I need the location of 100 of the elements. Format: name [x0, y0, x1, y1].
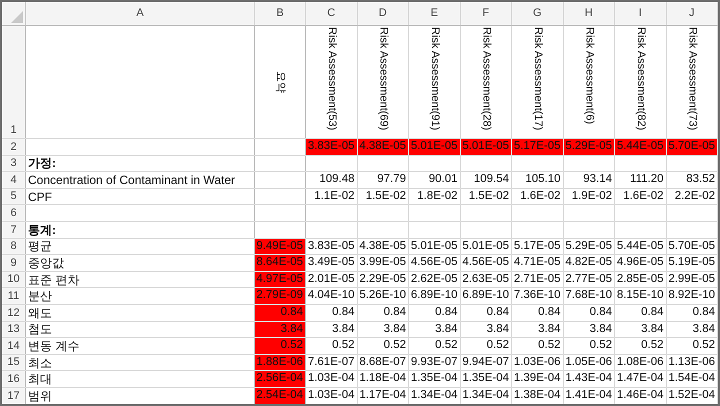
table-cell: 3.84	[564, 322, 615, 338]
table-cell: 7.68E-10	[564, 288, 615, 304]
row-header[interactable]: 16	[2, 371, 26, 387]
row-header[interactable]: 17	[2, 388, 26, 404]
column-title: Risk Assessment(53)	[326, 27, 337, 130]
table-cell: 0.52	[306, 338, 358, 354]
table-cell: 3.84	[358, 322, 409, 338]
row-header[interactable]: 10	[2, 272, 26, 288]
table-cell: 8.68E-07	[358, 354, 409, 370]
column-title: Risk Assessment(73)	[686, 27, 698, 130]
table-cell: 2.63E-05	[460, 272, 512, 288]
column-header[interactable]: D	[358, 2, 409, 25]
table-cell: 1.6E-02	[512, 188, 564, 204]
table-cell: 2.62E-05	[409, 272, 460, 288]
row-header[interactable]: 1	[2, 26, 26, 138]
table-cell: 0.84	[666, 304, 718, 321]
table-cell: 0.52	[255, 338, 306, 354]
table-cell: 5.01E-05	[409, 139, 460, 155]
row-label: 평균	[28, 240, 52, 252]
table-cell: 0.84	[306, 304, 358, 321]
table-cell: 2.85E-05	[615, 272, 666, 288]
column-header[interactable]: H	[564, 2, 615, 25]
column-header[interactable]: A	[26, 2, 255, 25]
table-cell: 0.52	[512, 338, 564, 354]
table-cell: 5.44E-05	[615, 139, 666, 155]
column-title: Risk Assessment(69)	[377, 27, 388, 130]
column-header[interactable]: J	[666, 2, 718, 25]
table-cell: 2.77E-05	[564, 272, 615, 288]
table-cell: 0.84	[358, 304, 409, 321]
table-cell: 0.52	[564, 338, 615, 354]
table-cell: 109.54	[460, 172, 512, 188]
column-header[interactable]: C	[306, 2, 358, 25]
table-cell: 97.79	[358, 172, 409, 188]
table-cell: 93.14	[564, 172, 615, 188]
table-cell: 4.96E-05	[615, 255, 666, 271]
table-cell: 6.89E-10	[409, 288, 460, 304]
table-cell: 0.52	[666, 338, 718, 354]
row-label: 첨도	[28, 323, 52, 336]
table-cell: 0.52	[615, 338, 666, 354]
row-header[interactable]: 8	[2, 238, 26, 254]
table-cell: 5.01E-05	[460, 139, 512, 155]
table-cell: 0.84	[564, 304, 615, 321]
table-cell: 5.17E-05	[512, 139, 564, 155]
table-cell: 5.29E-05	[564, 238, 615, 254]
table-cell: 4.56E-05	[409, 255, 460, 271]
table-cell: 5.70E-05	[666, 139, 718, 155]
table-cell: 9.94E-07	[460, 354, 512, 370]
column-header[interactable]: E	[409, 2, 460, 25]
table-cell: 0.84	[409, 304, 460, 321]
table-cell: 3.84	[666, 322, 718, 338]
column-header[interactable]: F	[460, 2, 512, 25]
table-cell: 5.44E-05	[615, 238, 666, 254]
row-header[interactable]: 6	[2, 205, 26, 221]
table-cell: 3.84	[460, 322, 512, 338]
table-cell: 4.82E-05	[564, 255, 615, 271]
row-header[interactable]: 3	[2, 156, 26, 172]
table-cell: 3.83E-05	[306, 139, 358, 155]
table-cell: 0.52	[358, 338, 409, 354]
table-cell: 1.03E-04	[306, 388, 358, 404]
table-cell: 1.13E-06	[666, 354, 718, 370]
column-header[interactable]: B	[255, 2, 306, 25]
table-cell: 2.71E-05	[512, 272, 564, 288]
row-label: 최소	[28, 356, 52, 369]
row-header[interactable]: 14	[2, 338, 26, 354]
column-header[interactable]: I	[615, 2, 666, 25]
row-header[interactable]: 12	[2, 304, 26, 321]
table-cell: 2.2E-02	[666, 188, 718, 204]
row-header[interactable]: 5	[2, 188, 26, 204]
row-header[interactable]: 7	[2, 222, 26, 238]
table-cell: 0.52	[460, 338, 512, 354]
table-cell: 1.9E-02	[564, 188, 615, 204]
corner-triangle-icon	[11, 11, 23, 23]
column-title: Risk Assessment(17)	[532, 27, 543, 130]
table-cell: 1.38E-04	[512, 388, 564, 404]
table-cell: 1.1E-02	[306, 188, 358, 204]
row-header[interactable]: 2	[2, 139, 26, 155]
table-cell: 3.84	[615, 322, 666, 338]
table-cell: 1.6E-02	[615, 188, 666, 204]
column-title: Risk Assessment(91)	[428, 27, 440, 130]
table-cell: 1.5E-02	[358, 188, 409, 204]
table-cell: 5.01E-05	[409, 238, 460, 254]
table-cell: 2.01E-05	[306, 272, 358, 288]
table-cell: 3.99E-05	[358, 255, 409, 271]
table-cell: 1.35E-04	[460, 371, 512, 387]
table-cell: 1.03E-06	[512, 354, 564, 370]
row-label: 왜도	[28, 306, 52, 319]
row-header[interactable]: 13	[2, 322, 26, 338]
row-header[interactable]: 11	[2, 288, 26, 304]
table-cell: 0.52	[409, 338, 460, 354]
table-cell: 5.01E-05	[460, 238, 512, 254]
table-cell: 1.47E-04	[615, 371, 666, 387]
table-cell: 5.70E-05	[666, 238, 718, 254]
row-header[interactable]: 15	[2, 354, 26, 370]
table-cell: 3.83E-05	[306, 238, 358, 254]
row-header[interactable]: 9	[2, 255, 26, 271]
table-cell: 4.71E-05	[512, 255, 564, 271]
column-header[interactable]: G	[512, 2, 564, 25]
row-label: Concentration of Contaminant in Water	[28, 174, 235, 186]
row-header[interactable]: 4	[2, 172, 26, 188]
table-cell: 4.38E-05	[358, 238, 409, 254]
